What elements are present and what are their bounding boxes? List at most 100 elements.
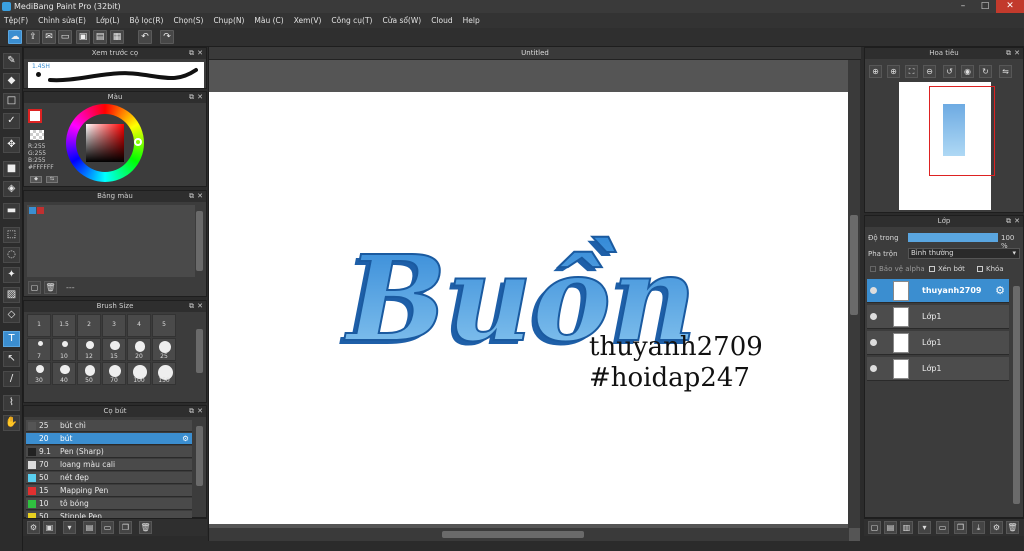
folder-layer-icon[interactable]: ▭: [936, 521, 949, 534]
select-pen-icon[interactable]: ✓: [3, 113, 20, 129]
copy-brush-icon[interactable]: ▤: [83, 521, 96, 534]
gear-icon[interactable]: ⚙: [995, 284, 1005, 297]
visibility-eye-icon[interactable]: [870, 365, 877, 372]
duplicate-layer-icon[interactable]: ❐: [954, 521, 967, 534]
brush-size-cell[interactable]: 100: [127, 362, 151, 385]
close-panel-icon[interactable]: ✕: [1014, 48, 1020, 59]
folder-icon[interactable]: ▭: [101, 521, 114, 534]
foreground-color-swatch[interactable]: [28, 109, 42, 123]
menu-tools[interactable]: Công cụ(T): [331, 16, 372, 25]
brush-size-cell[interactable]: 150: [152, 362, 176, 385]
layer-row[interactable]: Lớp1: [867, 305, 1009, 329]
layer-menu-icon[interactable]: ▾: [918, 521, 931, 534]
opacity-slider[interactable]: [908, 233, 998, 242]
popout-icon[interactable]: ⧉: [189, 406, 194, 417]
close-panel-icon[interactable]: ✕: [197, 92, 203, 103]
popout-icon[interactable]: ⧉: [189, 191, 194, 202]
layer-row[interactable]: Lớp1: [867, 331, 1009, 355]
brush-size-cell[interactable]: 5: [152, 314, 176, 337]
brush-size-cell[interactable]: 25: [152, 338, 176, 361]
move-tool-icon[interactable]: ✥: [3, 137, 20, 153]
brush-list-scrollbar[interactable]: [196, 426, 203, 486]
layer-list-scrollbar[interactable]: [1013, 286, 1020, 504]
maximize-button[interactable]: □: [974, 0, 996, 13]
add-brush-icon[interactable]: ▣: [43, 521, 56, 534]
magic-wand-icon[interactable]: ✦: [3, 267, 20, 283]
popout-icon[interactable]: ⧉: [1006, 216, 1011, 227]
lasso-icon[interactable]: ◌: [3, 247, 20, 263]
palette-swatch[interactable]: [29, 207, 36, 214]
speech-icon[interactable]: ▭: [58, 30, 72, 44]
gear-icon[interactable]: ⚙: [182, 433, 189, 445]
gradient-tool-icon[interactable]: ▬: [3, 203, 20, 219]
visibility-eye-icon[interactable]: [870, 287, 877, 294]
layer-row[interactable]: Lớp1: [867, 357, 1009, 381]
menu-help[interactable]: Help: [463, 16, 480, 25]
text-tool-icon[interactable]: T: [3, 331, 20, 347]
comment-icon[interactable]: ✉: [42, 30, 56, 44]
navigator-thumbnail[interactable]: [899, 82, 995, 210]
delete-brush-icon[interactable]: 🗑: [139, 521, 152, 534]
zoom-out-icon[interactable]: ⊖: [923, 65, 936, 78]
hand-tool-icon[interactable]: ✋: [3, 415, 20, 431]
select-eraser-icon[interactable]: ◇: [3, 307, 20, 323]
minimize-button[interactable]: –: [952, 0, 974, 13]
menu-filter[interactable]: Bộ lọc(R): [130, 16, 164, 25]
zoom-in-alt-icon[interactable]: ⊕: [887, 65, 900, 78]
menu-edit[interactable]: Chỉnh sửa(E): [38, 16, 86, 25]
close-panel-icon[interactable]: ✕: [197, 48, 203, 59]
brush-size-cell[interactable]: 4: [127, 314, 151, 337]
brush-size-cell[interactable]: 30: [27, 362, 51, 385]
select-brush-icon[interactable]: ▨: [3, 287, 20, 303]
palette-scrollbar[interactable]: [196, 211, 203, 271]
visibility-eye-icon[interactable]: [870, 339, 877, 346]
brush-list-item[interactable]: 20 bút ⚙: [26, 433, 192, 445]
brush-size-cell[interactable]: 15: [102, 338, 126, 361]
popout-icon[interactable]: ⧉: [1006, 48, 1011, 59]
brush-size-cell[interactable]: 50: [77, 362, 101, 385]
menu-color[interactable]: Màu (C): [254, 16, 283, 25]
rotate-left-icon[interactable]: ↺: [943, 65, 956, 78]
color-swap-button[interactable]: ⇆: [46, 176, 58, 183]
brush-menu-icon[interactable]: ▾: [63, 521, 76, 534]
brush-tool-icon[interactable]: ✎: [3, 53, 20, 69]
new-halftone-layer-icon[interactable]: ▤: [884, 521, 897, 534]
new-1bit-layer-icon[interactable]: ▥: [900, 521, 913, 534]
brush-list-item[interactable]: 70 loang màu cali: [26, 459, 192, 471]
close-button[interactable]: ✕: [996, 0, 1024, 13]
brush-size-cell[interactable]: 40: [52, 362, 76, 385]
canvas-vertical-scrollbar[interactable]: [848, 60, 860, 528]
brush-size-cell[interactable]: 10: [52, 338, 76, 361]
delete-palette-icon[interactable]: 🗑: [44, 281, 57, 294]
duplicate-icon[interactable]: ❐: [119, 521, 132, 534]
brush-size-cell[interactable]: 2: [77, 314, 101, 337]
zoom-in-icon[interactable]: ⊕: [869, 65, 882, 78]
canvas-horizontal-scrollbar[interactable]: [209, 528, 849, 541]
brush-size-scrollbar[interactable]: [196, 329, 203, 373]
merge-layer-icon[interactable]: ⤓: [972, 521, 985, 534]
menu-layer[interactable]: Lớp(L): [96, 16, 120, 25]
brush-list-item[interactable]: 25 bút chì: [26, 420, 192, 432]
grid-icon[interactable]: ▦: [110, 30, 124, 44]
fit-icon[interactable]: ⛶: [905, 65, 918, 78]
eraser-tool-icon[interactable]: ◆: [3, 73, 20, 89]
undo-icon[interactable]: ↶: [138, 30, 152, 44]
flip-icon[interactable]: ⇋: [999, 65, 1012, 78]
protect-alpha-checkbox[interactable]: [870, 266, 876, 272]
clipping-checkbox[interactable]: [929, 266, 935, 272]
menu-view[interactable]: Xem(V): [294, 16, 322, 25]
menu-snap[interactable]: Chụp(N): [213, 16, 244, 25]
brush-size-cell[interactable]: 3: [102, 314, 126, 337]
upload-icon[interactable]: ⇪: [26, 30, 40, 44]
brush-size-cell[interactable]: 1: [27, 314, 51, 337]
menu-cloud[interactable]: Cloud: [431, 16, 452, 25]
brush-size-cell[interactable]: 70: [102, 362, 126, 385]
color-mode-button[interactable]: ◆: [30, 176, 42, 183]
close-panel-icon[interactable]: ✕: [1014, 216, 1020, 227]
visibility-eye-icon[interactable]: [870, 313, 877, 320]
rect-select-icon[interactable]: ⬚: [3, 227, 20, 243]
divide-tool-icon[interactable]: /: [3, 371, 20, 387]
close-panel-icon[interactable]: ✕: [197, 406, 203, 417]
popout-icon[interactable]: ⧉: [189, 301, 194, 312]
layer-settings-icon[interactable]: ⚙: [990, 521, 1003, 534]
